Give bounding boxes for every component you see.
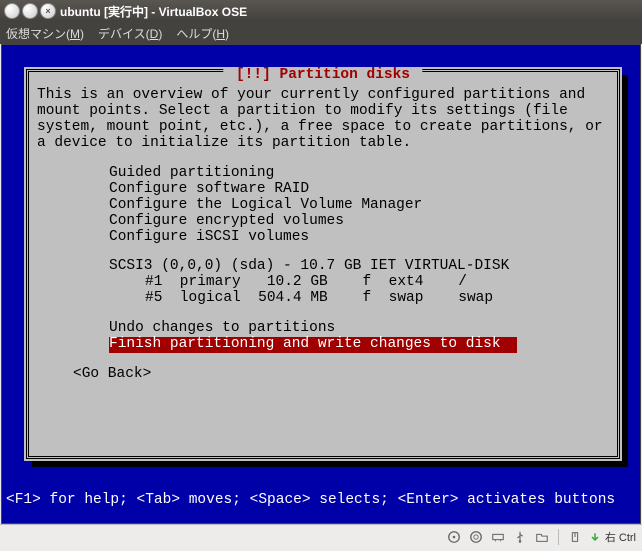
shared-folder-icon[interactable]: [534, 529, 550, 545]
menu-encrypted[interactable]: Configure encrypted volumes: [109, 214, 609, 230]
finish-partitioning[interactable]: Finish partitioning and write changes to…: [109, 337, 609, 353]
menu-raid[interactable]: Configure software RAID: [109, 182, 609, 198]
action-block: Undo changes to partitions Finish partit…: [109, 321, 609, 353]
menu-vm[interactable]: 仮想マシン(M): [6, 25, 84, 42]
vm-statusbar: 右 Ctrl: [0, 524, 642, 548]
partition-row[interactable]: #5 logical 504.4 MB f swap swap: [145, 291, 609, 307]
window-titlebar: × ubuntu [実行中] - VirtualBox OSE: [0, 0, 642, 22]
undo-changes[interactable]: Undo changes to partitions: [109, 321, 609, 337]
arrow-down-icon: [589, 531, 601, 543]
disk-icon[interactable]: [446, 529, 462, 545]
dialog-title: [!!] Partition disks: [223, 68, 422, 84]
maximize-button[interactable]: [22, 3, 38, 19]
close-window-button[interactable]: ×: [40, 3, 56, 19]
dialog-shadow: [32, 461, 628, 467]
mouse-integration-icon[interactable]: [567, 529, 583, 545]
minimize-button[interactable]: [4, 3, 20, 19]
dialog-shadow: [622, 75, 628, 467]
window-title: ubuntu [実行中] - VirtualBox OSE: [60, 3, 247, 20]
menu-lvm[interactable]: Configure the Logical Volume Manager: [109, 198, 609, 214]
partition-row[interactable]: #1 primary 10.2 GB f ext4 /: [145, 275, 609, 291]
statusbar-separator: [558, 529, 559, 545]
partition-menu: Guided partitioning Configure software R…: [109, 166, 609, 246]
menu-help[interactable]: ヘルプ(H): [176, 25, 229, 42]
window-controls: ×: [4, 3, 56, 19]
optical-drive-icon[interactable]: [468, 529, 484, 545]
host-key-label: 右 Ctrl: [605, 529, 636, 545]
help-line: <F1> for help; <Tab> moves; <Space> sele…: [6, 493, 615, 509]
partition-dialog: [!!] Partition disks This is an overview…: [24, 67, 622, 461]
app-menubar: 仮想マシン(M) デバイス(D) ヘルプ(H): [0, 22, 642, 44]
dialog-body-text: This is an overview of your currently co…: [37, 88, 609, 152]
host-key-indicator: 右 Ctrl: [589, 529, 636, 545]
network-icon[interactable]: [490, 529, 506, 545]
disk-header[interactable]: SCSI3 (0,0,0) (sda) - 10.7 GB IET VIRTUA…: [109, 259, 609, 275]
go-back-button[interactable]: <Go Back>: [73, 367, 609, 383]
vm-framebuffer: [!!] Partition disks This is an overview…: [1, 44, 641, 524]
usb-icon[interactable]: [512, 529, 528, 545]
menu-guided[interactable]: Guided partitioning: [109, 166, 609, 182]
menu-iscsi[interactable]: Configure iSCSI volumes: [109, 230, 609, 246]
menu-device[interactable]: デバイス(D): [98, 25, 162, 42]
dialog-frame: [!!] Partition disks This is an overview…: [26, 69, 620, 459]
